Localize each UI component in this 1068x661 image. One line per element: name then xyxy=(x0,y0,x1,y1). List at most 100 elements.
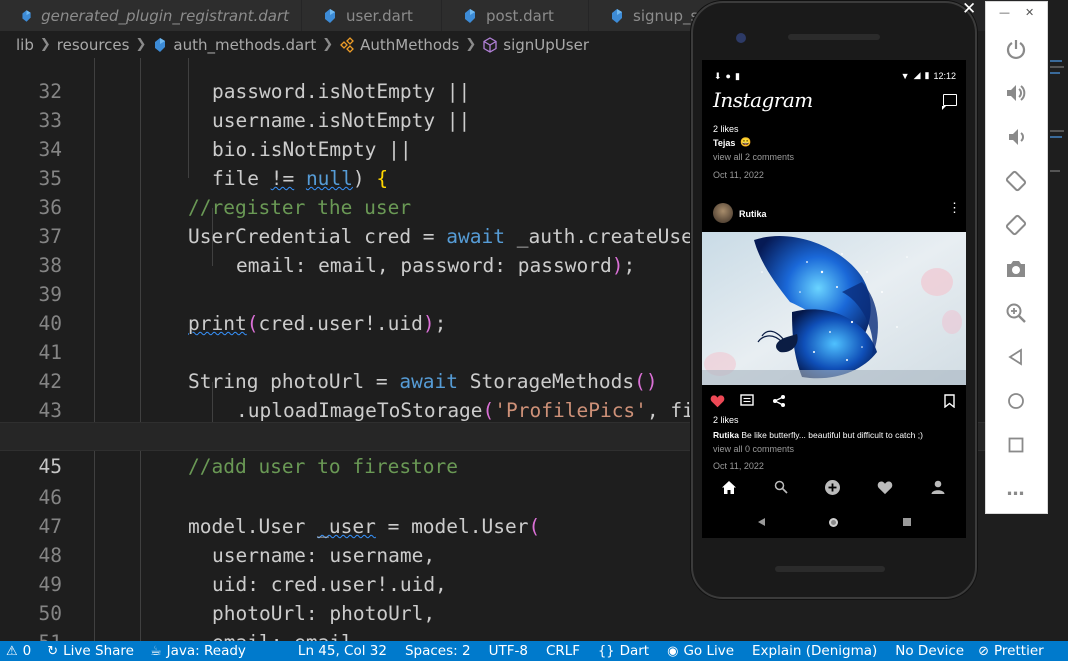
activity-heart-icon[interactable] xyxy=(877,480,893,495)
more-button[interactable]: … xyxy=(1003,476,1029,502)
dart-file-icon xyxy=(155,37,166,52)
dart-file-icon xyxy=(612,8,622,23)
home-icon xyxy=(1008,393,1024,409)
minimize-icon[interactable]: — xyxy=(999,6,1010,19)
post-actions xyxy=(702,393,966,413)
android-emulator-device: ⬇ ● ▮ ▼ ◢ ▮ 12:12 Instagram 2 likes Teja… xyxy=(691,1,977,599)
minimap[interactable] xyxy=(1048,0,1068,640)
post-caption-emoji: 😀 xyxy=(740,137,752,147)
post-caption-text: Be like butterfly... beautiful but diffi… xyxy=(741,430,923,440)
error-icon: ⚠ xyxy=(6,643,18,659)
breadcrumb-method[interactable]: signUpUser xyxy=(503,36,589,54)
close-icon[interactable]: ✕ xyxy=(1025,6,1034,19)
tab-generated-plugin-registrant[interactable]: generated_plugin_registrant.dart xyxy=(0,0,302,31)
chevron-right-icon: ❯ xyxy=(39,37,51,52)
bookmark-icon[interactable] xyxy=(944,394,955,408)
sync-icon: ● xyxy=(725,71,731,81)
live-share-icon: ↻ xyxy=(47,643,59,659)
volume-up-icon xyxy=(1007,85,1026,101)
dart-file-icon xyxy=(325,8,335,23)
breadcrumb-class[interactable]: AuthMethods xyxy=(360,36,459,54)
view-comments-link[interactable]: view all 0 comments xyxy=(713,444,794,454)
more-icon: … xyxy=(1006,478,1026,500)
device-selector[interactable]: No Device xyxy=(895,643,964,659)
screenshot-button[interactable] xyxy=(1003,256,1029,282)
overview-icon[interactable] xyxy=(903,518,911,526)
signal-icon: ◢ xyxy=(913,70,921,80)
post-caption: Rutika Be like butterfly... beautiful bu… xyxy=(713,430,923,440)
breadcrumb-resources[interactable]: resources xyxy=(57,36,130,54)
go-live-button[interactable]: ◉ Go Live xyxy=(667,643,734,659)
battery-icon: ▮ xyxy=(924,70,930,80)
wifi-icon: ▼ xyxy=(900,70,910,81)
cursor-position[interactable]: Ln 45, Col 32 xyxy=(298,643,387,659)
emulator-toolbar: — ✕ … xyxy=(985,1,1048,514)
breadcrumb-lib[interactable]: lib xyxy=(16,36,34,54)
bottom-speaker xyxy=(775,566,885,572)
zoom-icon xyxy=(1006,303,1026,323)
live-share-button[interactable]: ↻ Live Share xyxy=(47,643,134,659)
post-caption-user[interactable]: Tejas xyxy=(713,138,735,148)
comment-icon[interactable] xyxy=(740,394,754,408)
code-line: 51email: email, xyxy=(0,599,1068,641)
post-likes: 2 likes xyxy=(713,124,739,134)
rotate-right-button[interactable] xyxy=(1003,212,1029,238)
back-button[interactable] xyxy=(1003,344,1029,370)
prettier-status[interactable]: ⊘ Prettier xyxy=(978,643,1044,659)
rotate-left-button[interactable] xyxy=(1003,168,1029,194)
overview-icon xyxy=(1008,437,1024,453)
search-icon[interactable] xyxy=(774,480,788,494)
front-camera xyxy=(736,33,746,43)
avatar[interactable] xyxy=(713,203,733,223)
power-button[interactable] xyxy=(1003,36,1029,62)
java-status[interactable]: ☕ Java: Ready xyxy=(150,643,246,659)
post-image[interactable] xyxy=(702,232,966,385)
power-icon xyxy=(1006,40,1026,60)
more-options-icon[interactable]: ⋮ xyxy=(948,201,961,214)
download-icon: ⬇ xyxy=(714,71,722,81)
code-line: 52bio: bio, xyxy=(0,628,1068,641)
add-post-icon[interactable] xyxy=(824,479,841,496)
chevron-right-icon: ❯ xyxy=(465,37,477,52)
volume-up-button[interactable] xyxy=(1003,80,1029,106)
rotate-left-icon xyxy=(1005,170,1027,192)
home-button[interactable] xyxy=(1003,388,1029,414)
android-status-bar: ⬇ ● ▮ ▼ ◢ ▮ 12:12 xyxy=(702,68,966,86)
status-bar: ⚠ 0 ↻ Live Share ☕ Java: Ready Ln 45, Co… xyxy=(0,641,1068,661)
method-icon xyxy=(483,36,497,53)
prohibited-icon: ⊘ xyxy=(978,643,990,659)
dart-file-icon xyxy=(22,9,31,22)
profile-icon[interactable] xyxy=(931,480,945,494)
home-nav-icon[interactable] xyxy=(721,480,737,495)
volume-down-button[interactable] xyxy=(1003,124,1029,150)
braces-icon: {} xyxy=(598,643,615,659)
zoom-button[interactable] xyxy=(1003,300,1029,326)
eol-setting[interactable]: CRLF xyxy=(546,643,580,659)
butterfly-image xyxy=(702,232,966,385)
post-date: Oct 11, 2022 xyxy=(713,461,764,471)
back-icon xyxy=(1008,348,1022,366)
breadcrumb-file[interactable]: auth_methods.dart xyxy=(173,36,316,54)
post-caption-user[interactable]: Rutika xyxy=(713,430,739,440)
close-emulator-icon[interactable]: ✕ xyxy=(962,0,976,19)
share-icon[interactable] xyxy=(772,394,786,408)
post-username[interactable]: Rutika xyxy=(739,209,767,219)
like-heart-icon[interactable] xyxy=(710,394,725,408)
volume-down-icon xyxy=(1009,129,1024,145)
problems-indicator[interactable]: ⚠ 0 xyxy=(6,643,31,659)
coffee-icon: ☕ xyxy=(149,643,162,659)
overview-button[interactable] xyxy=(1003,432,1029,458)
encoding-setting[interactable]: UTF-8 xyxy=(489,643,528,659)
back-icon[interactable] xyxy=(757,517,766,527)
home-icon[interactable] xyxy=(828,517,839,528)
tab-label: generated_plugin_registrant.dart xyxy=(41,6,289,25)
indentation-setting[interactable]: Spaces: 2 xyxy=(405,643,471,659)
view-comments-link[interactable]: view all 2 comments xyxy=(713,152,794,162)
tab-post-dart[interactable]: post.dart xyxy=(442,0,589,31)
bottom-navigation xyxy=(702,480,966,504)
device-screen[interactable]: ⬇ ● ▮ ▼ ◢ ▮ 12:12 Instagram 2 likes Teja… xyxy=(702,60,966,538)
tab-user-dart[interactable]: user.dart xyxy=(302,0,442,31)
messages-icon[interactable] xyxy=(942,94,957,110)
explain-button[interactable]: Explain (Denigma) xyxy=(752,643,877,659)
language-mode[interactable]: {} Dart xyxy=(598,643,649,659)
